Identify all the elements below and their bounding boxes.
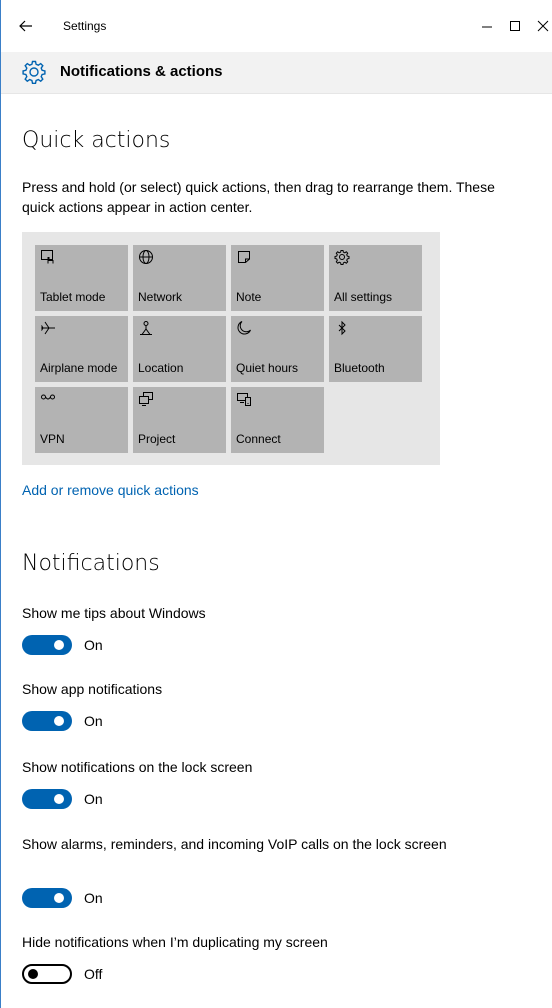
tile-note[interactable]: Note	[231, 245, 324, 311]
setting-alarms-label: Show alarms, reminders, and incoming VoI…	[22, 836, 447, 852]
toggle-knob	[54, 716, 64, 726]
tile-label: Network	[138, 290, 183, 304]
setting-duplicate-screen-label: Hide notifications when I’m duplicating …	[22, 934, 328, 950]
lock-screen-toggle-state: On	[84, 791, 103, 807]
quick-actions-heading: Quick actions	[22, 128, 171, 153]
quick-actions-panel: Tablet mode Network Note All settings Ai…	[22, 232, 440, 465]
page-title: Notifications & actions	[60, 63, 223, 80]
close-button[interactable]	[529, 12, 552, 40]
duplicate-screen-toggle-state: Off	[84, 966, 103, 982]
page-header: Notifications & actions	[1, 52, 552, 94]
tile-label: Project	[138, 432, 176, 446]
note-icon	[238, 251, 250, 263]
maximize-icon	[510, 21, 520, 31]
toggle-knob	[54, 640, 64, 650]
app-notifications-toggle-state: On	[84, 713, 103, 729]
tile-vpn[interactable]: VPN	[35, 387, 128, 453]
lock-screen-toggle[interactable]	[22, 789, 72, 809]
tile-connect[interactable]: Connect	[231, 387, 324, 453]
window-title: Settings	[63, 19, 107, 33]
tile-location[interactable]: Location	[133, 316, 226, 382]
tile-bluetooth[interactable]: Bluetooth	[329, 316, 422, 382]
tile-label: Note	[236, 290, 262, 304]
vpn-icon	[41, 394, 55, 400]
gear-icon	[22, 60, 46, 84]
tile-label: Tablet mode	[40, 290, 106, 304]
moon-icon	[237, 321, 251, 335]
toggle-knob	[28, 969, 38, 979]
tile-label: Bluetooth	[334, 361, 385, 375]
maximize-button[interactable]	[501, 12, 529, 40]
tile-airplane-mode[interactable]: Airplane mode	[35, 316, 128, 382]
add-remove-quick-actions-link[interactable]: Add or remove quick actions	[22, 482, 199, 498]
tile-network[interactable]: Network	[133, 245, 226, 311]
tile-label: VPN	[40, 432, 65, 446]
title-bar: Settings	[1, 0, 552, 52]
setting-lock-screen-label: Show notifications on the lock screen	[22, 759, 253, 775]
tile-quiet-hours[interactable]: Quiet hours	[231, 316, 324, 382]
location-icon	[140, 321, 152, 335]
back-arrow-icon	[19, 20, 32, 32]
gear-icon	[334, 250, 350, 265]
tile-label: Connect	[236, 432, 281, 446]
tile-project[interactable]: Project	[133, 387, 226, 453]
quick-actions-description: Press and hold (or select) quick actions…	[22, 179, 495, 215]
tablet-mode-icon	[41, 250, 54, 264]
app-notifications-toggle[interactable]	[22, 711, 72, 731]
notifications-heading: Notifications	[22, 551, 160, 576]
close-icon	[537, 20, 549, 32]
bluetooth-icon	[338, 320, 346, 336]
duplicate-screen-toggle[interactable]	[22, 964, 72, 984]
alarms-toggle-state: On	[84, 890, 103, 906]
setting-tips-label: Show me tips about Windows	[22, 605, 206, 621]
toggle-knob	[54, 794, 64, 804]
tile-all-settings[interactable]: All settings	[329, 245, 422, 311]
back-button[interactable]	[14, 14, 38, 38]
tips-toggle[interactable]	[22, 635, 72, 655]
settings-window: Settings Notifications & actions Quick a…	[0, 0, 552, 1008]
tile-label: Location	[138, 361, 184, 375]
minimize-icon	[482, 26, 492, 28]
tile-label: Airplane mode	[40, 361, 118, 375]
tile-label: Quiet hours	[236, 361, 299, 375]
tips-toggle-state: On	[84, 637, 103, 653]
tile-tablet-mode[interactable]: Tablet mode	[35, 245, 128, 311]
connect-icon	[237, 393, 251, 406]
alarms-toggle[interactable]	[22, 888, 72, 908]
globe-icon	[139, 250, 153, 264]
project-icon	[139, 392, 153, 406]
tile-label: All settings	[334, 290, 393, 304]
airplane-icon	[41, 321, 55, 335]
setting-app-notifications-label: Show app notifications	[22, 681, 163, 697]
toggle-knob	[54, 893, 64, 903]
minimize-button[interactable]	[473, 12, 501, 40]
